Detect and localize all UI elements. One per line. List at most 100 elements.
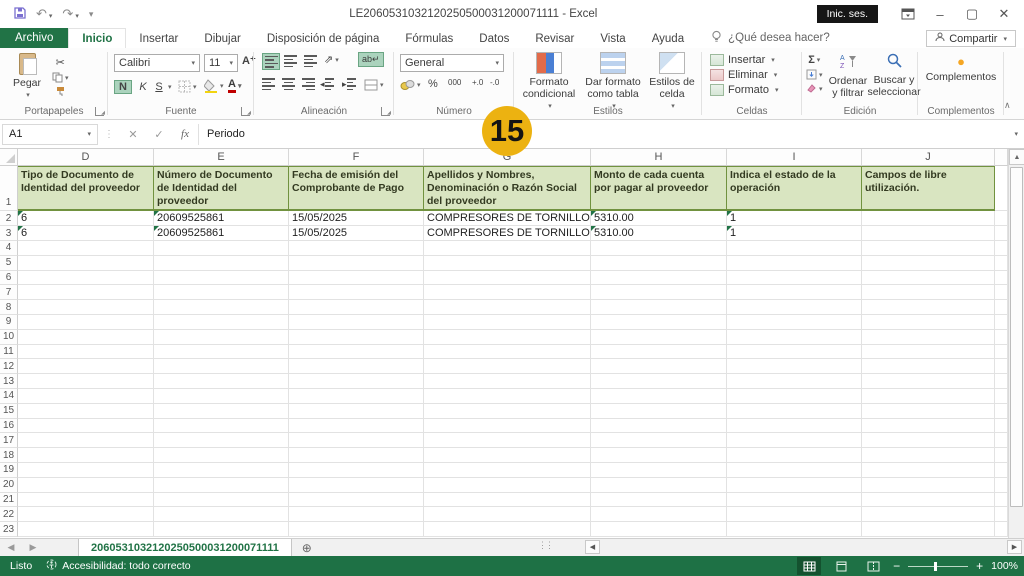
cell[interactable] [995,359,1008,374]
delete-cells-button[interactable]: Eliminar▾ [710,69,778,81]
paste-dropdown-icon[interactable]: ▾ [26,91,30,99]
column-header-I[interactable]: I [727,149,862,166]
insert-cells-button[interactable]: Insertar▾ [710,54,778,66]
cell[interactable]: 6 [18,226,154,241]
decrease-indent-icon[interactable]: ◂ [320,78,334,90]
cell[interactable] [18,359,154,374]
increase-indent-icon[interactable]: ▸ [342,78,356,90]
header-cell[interactable]: Apellidos y Nombres, Denominación o Razó… [424,166,591,211]
cell[interactable] [154,256,289,271]
cell[interactable] [154,285,289,300]
tab-archivo[interactable]: Archivo [0,28,68,48]
autosum-icon[interactable]: Σ▾ [806,54,823,66]
cell[interactable] [995,330,1008,345]
cell[interactable]: 5310.00 [591,226,727,241]
cell[interactable] [862,463,995,478]
cell[interactable] [424,359,591,374]
cell[interactable] [18,345,154,360]
cell[interactable] [18,330,154,345]
cell-styles-button[interactable]: Estilos de celda ▾ [646,52,698,110]
cell[interactable] [591,522,727,537]
cell[interactable] [18,300,154,315]
cell[interactable]: 20609525861 [154,226,289,241]
share-button[interactable]: Compartir ▾ [926,30,1016,47]
undo-icon[interactable]: ↶▾ [36,6,52,22]
cell[interactable]: 1 [727,211,862,226]
cell[interactable] [995,166,1008,211]
fill-color-icon[interactable]: ▾ [204,79,224,93]
cell[interactable] [995,419,1008,434]
formula-bar-splitter[interactable]: ⋮ [98,129,120,140]
cell[interactable] [727,463,862,478]
row-header-9[interactable]: 9 [0,315,18,330]
row-header-17[interactable]: 17 [0,433,18,448]
tab-dibujar[interactable]: Dibujar [191,28,253,48]
cell[interactable] [289,241,424,256]
cell[interactable] [289,433,424,448]
cell[interactable] [995,463,1008,478]
clear-icon[interactable]: ▾ [806,83,823,94]
row-header-8[interactable]: 8 [0,300,18,315]
cell[interactable] [591,241,727,256]
cell[interactable] [727,271,862,286]
cell[interactable] [727,419,862,434]
insert-function-icon[interactable]: fx [172,128,198,140]
page-break-view-icon[interactable] [861,557,885,575]
sort-filter-button[interactable]: AZ Ordenar y filtrar [826,52,870,99]
row-header-19[interactable]: 19 [0,463,18,478]
row-header-18[interactable]: 18 [0,448,18,463]
align-middle-button[interactable] [284,55,297,67]
comma-style-icon[interactable]: 000 [448,78,461,87]
vertical-scrollbar[interactable]: ▲ [1008,149,1024,538]
cell[interactable] [862,315,995,330]
cell[interactable] [727,404,862,419]
cell[interactable] [727,285,862,300]
next-sheet-icon[interactable]: ▶ [22,539,44,556]
accounting-format-icon[interactable]: ▾ [400,79,421,91]
cell[interactable] [727,345,862,360]
wrap-text-button[interactable]: ab↵ [358,52,384,67]
cell[interactable] [154,300,289,315]
row-header-4[interactable]: 4 [0,241,18,256]
underline-button[interactable]: S [152,78,166,96]
cell[interactable] [289,300,424,315]
cell[interactable] [154,330,289,345]
cell[interactable] [424,507,591,522]
italic-button[interactable]: K [136,78,150,96]
cell[interactable] [591,463,727,478]
cell[interactable] [727,241,862,256]
cell[interactable] [862,433,995,448]
font-size-select[interactable]: 11▾ [204,54,238,72]
cell[interactable] [995,404,1008,419]
cut-icon[interactable]: ✂ [52,56,69,69]
cell[interactable] [154,315,289,330]
tab-datos[interactable]: Datos [466,28,522,48]
fill-icon[interactable]: ▾ [806,69,823,80]
cell[interactable] [289,522,424,537]
cell[interactable] [154,271,289,286]
cell[interactable] [289,374,424,389]
format-as-table-button[interactable]: Dar formato como tabla ▾ [582,52,644,110]
cell[interactable] [424,522,591,537]
cell[interactable] [18,404,154,419]
cell[interactable] [289,256,424,271]
cell[interactable] [862,359,995,374]
underline-dropdown-icon[interactable]: ▾ [168,83,172,91]
cell[interactable] [862,241,995,256]
row-header-2[interactable]: 2 [0,211,18,226]
cell[interactable] [424,463,591,478]
tab-disposici-n-de-p-gina[interactable]: Disposición de página [254,28,393,48]
column-header-H[interactable]: H [591,149,727,166]
cell[interactable]: 6 [18,211,154,226]
cell[interactable] [591,285,727,300]
row-header-5[interactable]: 5 [0,256,18,271]
cell[interactable] [862,285,995,300]
cell[interactable] [289,507,424,522]
zoom-slider-thumb[interactable] [934,562,937,571]
align-bottom-button[interactable] [304,55,317,67]
cell[interactable] [18,463,154,478]
cell[interactable] [18,478,154,493]
cell[interactable] [862,211,995,226]
row-header-13[interactable]: 13 [0,374,18,389]
align-center-button[interactable] [282,78,295,90]
